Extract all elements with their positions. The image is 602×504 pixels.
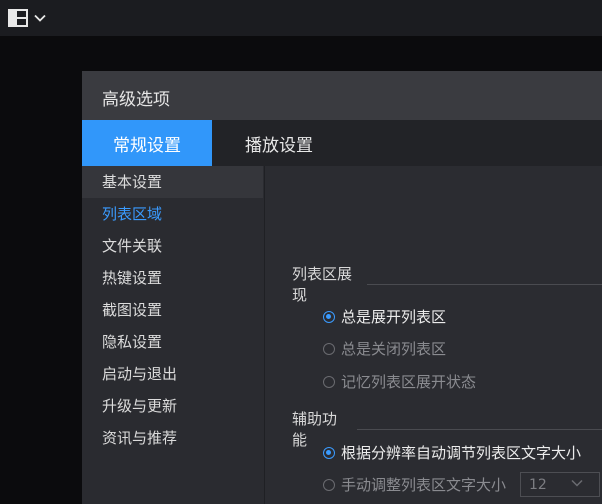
section-divider (356, 428, 602, 430)
sidebar-item-basic[interactable]: 基本设置 (82, 166, 263, 198)
radio-checked-icon (323, 446, 335, 459)
advanced-options-dialog: 高级选项 常规设置 播放设置 基本设置 列表区域 文件关联 热键设置 截图设置 … (82, 71, 602, 504)
radio-auto-font-size[interactable]: 根据分辨率自动调节列表区文字大小 (323, 442, 581, 463)
sidebar-item-list-area[interactable]: 列表区域 (82, 198, 263, 230)
radio-label: 总是关闭列表区 (341, 340, 447, 358)
radio-label: 手动调整列表区文字大小 (341, 476, 507, 494)
sidebar-item-upgrade-update[interactable]: 升级与更新 (82, 390, 263, 422)
tab-bar: 常规设置 播放设置 (82, 120, 602, 166)
radio-manual-font-size[interactable]: 手动调整列表区文字大小 12 (323, 472, 601, 497)
chevron-down-icon (34, 14, 46, 22)
font-size-select[interactable]: 12 (520, 472, 601, 497)
sidebar-item-screenshot[interactable]: 截图设置 (82, 294, 263, 326)
sidebar-item-startup-exit[interactable]: 启动与退出 (82, 358, 263, 390)
settings-sidebar: 基本设置 列表区域 文件关联 热键设置 截图设置 隐私设置 启动与退出 升级与更… (82, 166, 263, 504)
dialog-title-bar: 高级选项 (82, 71, 602, 120)
tab-general-settings[interactable]: 常规设置 (82, 120, 212, 166)
radio-always-expand[interactable]: 总是展开列表区 (323, 306, 446, 327)
sidebar-item-privacy[interactable]: 隐私设置 (82, 326, 263, 358)
sidebar-item-news-recommend[interactable]: 资讯与推荐 (82, 422, 263, 454)
radio-unchecked-icon (323, 375, 335, 388)
top-toolbar (0, 0, 602, 36)
sidebar-item-hotkeys[interactable]: 热键设置 (82, 262, 263, 294)
settings-content: 列表区展现 总是展开列表区 总是关闭列表区 记忆列表区展开状态 辅助功能 根据分… (264, 166, 602, 504)
sidebar-item-file-association[interactable]: 文件关联 (82, 230, 263, 262)
radio-remember-state[interactable]: 记忆列表区展开状态 (323, 371, 476, 392)
radio-label: 根据分辨率自动调节列表区文字大小 (341, 444, 582, 462)
radio-always-close[interactable]: 总是关闭列表区 (323, 338, 446, 359)
radio-label: 总是展开列表区 (341, 308, 447, 326)
radio-unchecked-icon (323, 478, 335, 491)
tab-playback-settings[interactable]: 播放设置 (212, 120, 346, 166)
chevron-down-icon (571, 479, 583, 487)
radio-label: 记忆列表区展开状态 (341, 373, 477, 391)
layout-icon (8, 9, 28, 27)
section-title-list-display: 列表区展现 (292, 265, 353, 304)
section-list-display: 列表区展现 (292, 263, 602, 305)
layout-toggle-button[interactable] (8, 9, 46, 27)
radio-unchecked-icon (323, 342, 335, 355)
font-size-value: 12 (529, 476, 547, 493)
radio-checked-icon (323, 310, 335, 323)
dialog-title: 高级选项 (102, 90, 170, 110)
section-divider (367, 283, 602, 285)
